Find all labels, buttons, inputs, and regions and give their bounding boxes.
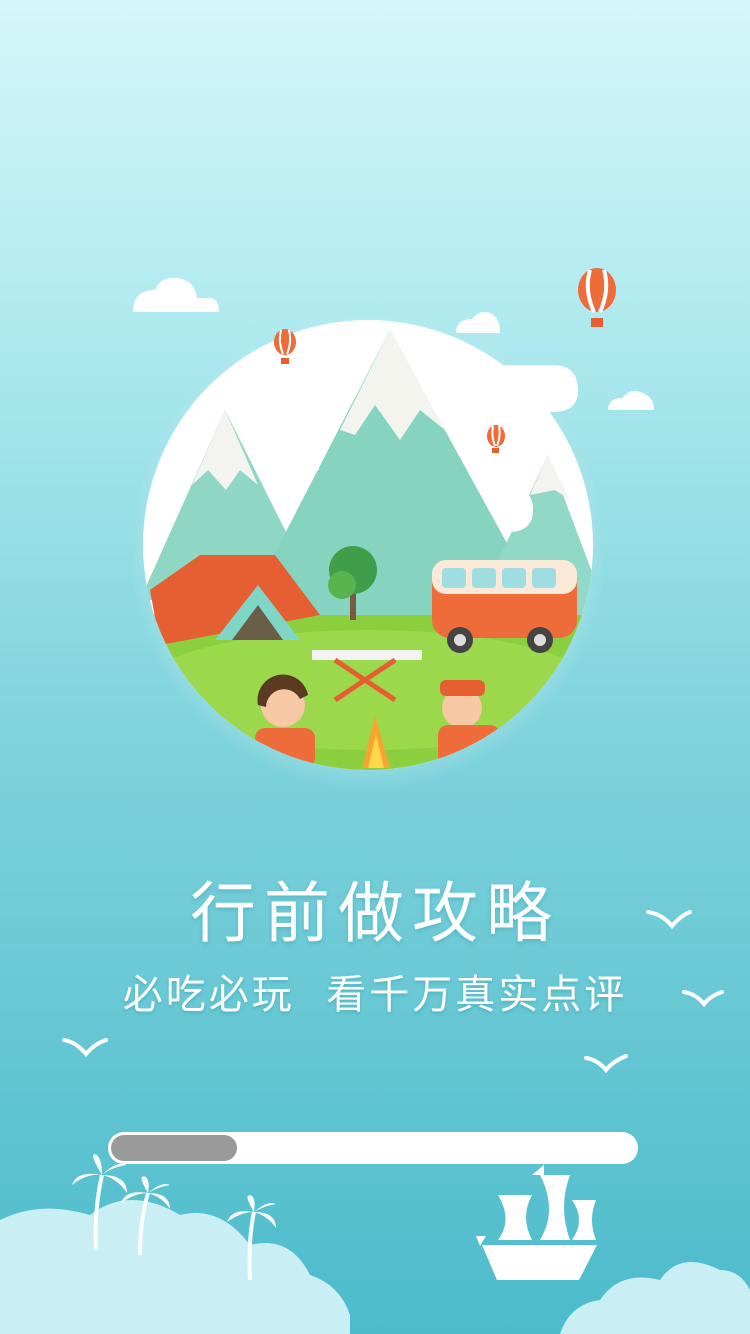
splash-headline: 行前做攻略 <box>190 875 560 952</box>
splash-screen: { "splash": { "headline": "行前做攻略", "subl… <box>0 0 750 1334</box>
loading-progress-fill <box>111 1135 237 1161</box>
sailing-ship-icon <box>476 1165 597 1280</box>
loading-progress-bar <box>108 1132 638 1164</box>
hot-air-balloon-icon <box>578 268 616 327</box>
splash-subline: 必吃必玩 看千万真实点评 <box>122 972 628 1018</box>
cloud-icon <box>0 1200 750 1334</box>
